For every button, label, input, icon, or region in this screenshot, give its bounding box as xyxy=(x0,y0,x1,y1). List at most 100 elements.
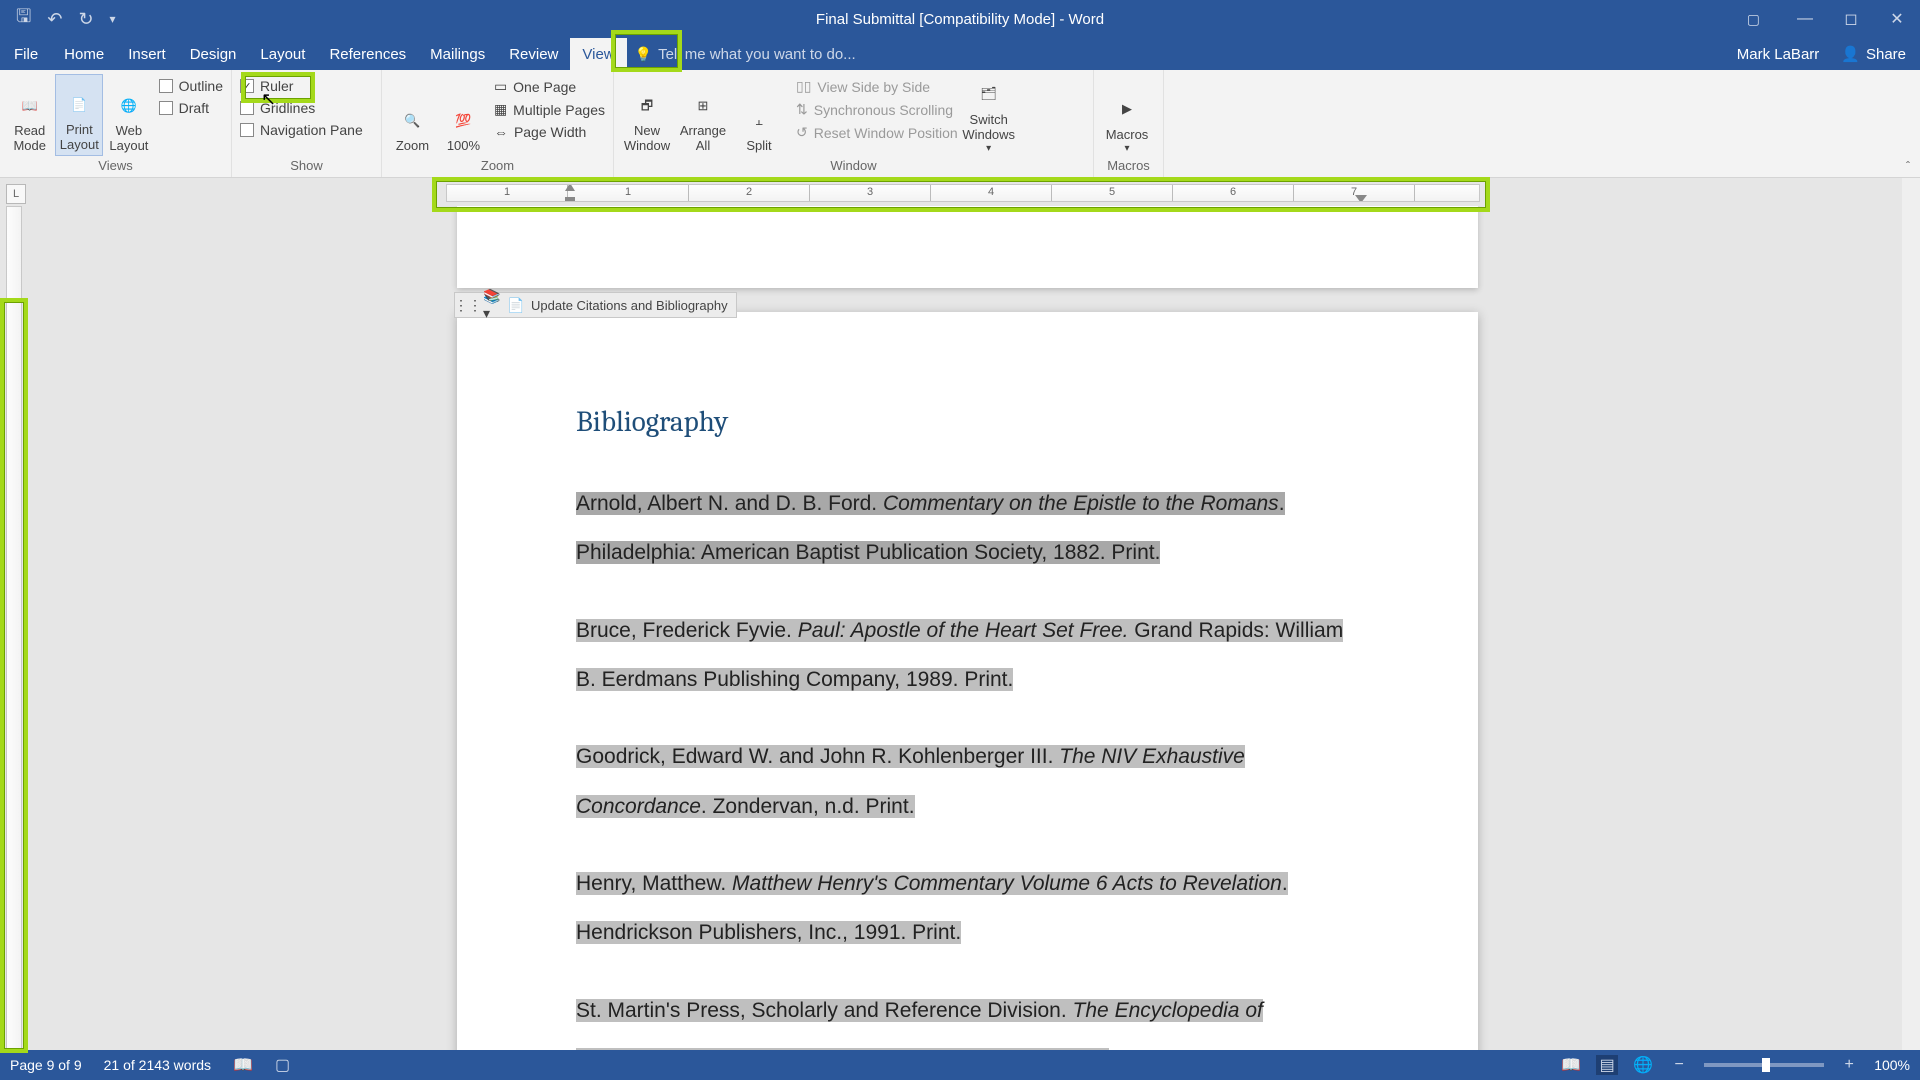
share-button[interactable]: 👤 Share xyxy=(1841,45,1906,63)
undo-icon[interactable]: ↶ xyxy=(47,9,62,30)
vertical-ruler[interactable] xyxy=(6,206,22,1050)
page-width-button[interactable]: ⇔Page Width xyxy=(494,124,605,140)
macros-button[interactable]: ▶ Macros ▾ xyxy=(1100,74,1154,156)
tab-file[interactable]: File xyxy=(0,38,52,70)
title-bar: 🖫 ↶ ↻ ▾ Final Submittal [Compatibility M… xyxy=(0,0,1920,38)
bibliography-field-control[interactable]: ⋮⋮ 📚▾ 📄 Update Citations and Bibliograph… xyxy=(454,292,737,318)
zoom-out-button[interactable]: − xyxy=(1668,1055,1690,1075)
update-citations-label[interactable]: Update Citations and Bibliography xyxy=(531,298,728,313)
arrange-all-icon: ⊞ xyxy=(687,90,719,122)
side-by-side-icon: ▯▯ xyxy=(796,78,811,95)
views-group-label: Views xyxy=(6,158,225,175)
tab-design[interactable]: Design xyxy=(178,38,249,70)
maximize-icon[interactable]: ◻ xyxy=(1828,0,1874,38)
outline-view-button[interactable]: Outline xyxy=(159,78,223,94)
ribbon-display-options-icon[interactable]: ▢ xyxy=(1747,11,1760,28)
field-handle-icon[interactable]: ⋮⋮ xyxy=(459,296,477,314)
hanging-indent-marker[interactable] xyxy=(565,197,575,202)
zoom-100-button[interactable]: 💯 100% xyxy=(439,74,488,156)
zoom-in-button[interactable]: + xyxy=(1838,1055,1860,1075)
macro-recording-icon[interactable]: ▢ xyxy=(275,1055,290,1075)
menu-bar: File Home Insert Design Layout Reference… xyxy=(0,38,1920,70)
document-page[interactable]: ⋮⋮ 📚▾ 📄 Update Citations and Bibliograph… xyxy=(457,312,1478,1050)
draft-view-button[interactable]: Draft xyxy=(159,100,223,116)
read-mode-button[interactable]: 📖 Read Mode xyxy=(6,74,53,156)
redo-icon[interactable]: ↻ xyxy=(78,9,93,30)
save-icon[interactable]: 🖫 xyxy=(16,4,31,34)
tab-layout[interactable]: Layout xyxy=(248,38,317,70)
switch-windows-button[interactable]: 🗂 Switch Windows ▾ xyxy=(962,74,1016,156)
right-indent-marker[interactable] xyxy=(1355,195,1367,202)
tab-references[interactable]: References xyxy=(317,38,418,70)
spelling-status-icon[interactable]: 📖 xyxy=(233,1055,253,1075)
web-layout-button[interactable]: 🌐 Web Layout xyxy=(105,74,152,156)
draft-icon xyxy=(159,101,173,115)
tab-selector[interactable]: L xyxy=(6,184,26,204)
reset-window-position-button: ↺Reset Window Position xyxy=(796,124,958,141)
switch-windows-icon: 🗂 xyxy=(973,79,1005,111)
bibliography-entry: Goodrick, Edward W. and John R. Kohlenbe… xyxy=(576,732,1360,831)
ruler-row: L 1 1 2 3 4 5 6 7 xyxy=(0,178,1920,206)
one-page-icon: ▭ xyxy=(494,78,507,95)
vertical-scrollbar[interactable] xyxy=(1902,178,1920,1050)
navpane-check-icon xyxy=(240,123,254,137)
user-name[interactable]: Mark LaBarr xyxy=(1737,46,1820,63)
collapse-ribbon-icon[interactable]: ˆ xyxy=(1906,159,1910,173)
outline-icon xyxy=(159,79,173,93)
status-bar: Page 9 of 9 21 of 2143 words 📖 ▢ 📖 ▤ 🌐 −… xyxy=(0,1050,1920,1080)
web-layout-icon: 🌐 xyxy=(113,90,145,122)
zoom-button[interactable]: 🔍 Zoom xyxy=(388,74,437,156)
bibliography-dropdown-icon[interactable]: 📚▾ xyxy=(483,296,501,314)
window-title: Final Submittal [Compatibility Mode] - W… xyxy=(816,11,1104,28)
minimize-icon[interactable]: — xyxy=(1782,0,1828,38)
split-icon: ⫠ xyxy=(743,105,775,137)
tab-insert[interactable]: Insert xyxy=(116,38,178,70)
share-label: Share xyxy=(1866,46,1906,63)
print-layout-button[interactable]: 📄 Print Layout xyxy=(55,74,103,156)
close-icon[interactable]: ✕ xyxy=(1874,0,1920,38)
zoom-slider-thumb[interactable] xyxy=(1762,1058,1770,1072)
page-width-icon: ⇔ xyxy=(494,124,508,140)
window-controls: — ◻ ✕ xyxy=(1782,0,1920,38)
reset-pos-icon: ↺ xyxy=(796,124,808,141)
tab-view[interactable]: View xyxy=(570,38,626,70)
view-side-by-side-button: ▯▯View Side by Side xyxy=(796,78,958,95)
navigation-pane-checkbox[interactable]: Navigation Pane xyxy=(240,122,363,138)
multiple-pages-button[interactable]: ▦Multiple Pages xyxy=(494,101,605,118)
tab-review[interactable]: Review xyxy=(497,38,570,70)
arrange-all-button[interactable]: ⊞ Arrange All xyxy=(676,74,730,156)
synchronous-scrolling-button: ⇅Synchronous Scrolling xyxy=(796,101,958,118)
tab-home[interactable]: Home xyxy=(52,38,116,70)
tell-me-search[interactable]: 💡 Tell me what you want to do... xyxy=(627,46,856,63)
bibliography-entry: Henry, Matthew. Matthew Henry's Commenta… xyxy=(576,859,1360,958)
sync-scroll-icon: ⇅ xyxy=(796,101,808,118)
one-page-button[interactable]: ▭One Page xyxy=(494,78,605,95)
print-layout-view-icon[interactable]: ▤ xyxy=(1596,1055,1618,1075)
web-layout-view-icon[interactable]: 🌐 xyxy=(1632,1055,1654,1075)
read-mode-view-icon[interactable]: 📖 xyxy=(1560,1055,1582,1075)
first-line-indent-marker[interactable] xyxy=(565,184,575,191)
gridlines-checkbox[interactable]: Gridlines xyxy=(240,100,363,116)
previous-page-bottom xyxy=(457,206,1478,288)
horizontal-ruler[interactable]: 1 1 2 3 4 5 6 7 xyxy=(446,184,1480,202)
bibliography-title: Bibliography xyxy=(576,406,1360,439)
zoom-icon: 🔍 xyxy=(396,105,428,137)
document-area: ⋮⋮ 📚▾ 📄 Update Citations and Bibliograph… xyxy=(0,206,1902,1050)
macros-group-label: Macros xyxy=(1100,158,1157,175)
bibliography-field[interactable]: Bibliography Arnold, Albert N. and D. B.… xyxy=(575,406,1360,1050)
gridlines-check-icon xyxy=(240,101,254,115)
update-citations-icon[interactable]: 📄 xyxy=(507,296,525,314)
qat-customize-icon[interactable]: ▾ xyxy=(110,12,116,26)
zoom-level[interactable]: 100% xyxy=(1874,1057,1910,1073)
word-count[interactable]: 21 of 2143 words xyxy=(104,1057,211,1073)
multiple-pages-icon: ▦ xyxy=(494,101,507,118)
split-button[interactable]: ⫠ Split xyxy=(732,74,786,156)
print-layout-icon: 📄 xyxy=(63,89,95,121)
ruler-checkbox[interactable]: ✓Ruler xyxy=(240,78,363,94)
tab-mailings[interactable]: Mailings xyxy=(418,38,497,70)
page-indicator[interactable]: Page 9 of 9 xyxy=(10,1057,82,1073)
chevron-down-icon: ▾ xyxy=(1124,143,1129,155)
bibliography-entry: Bruce, Frederick Fyvie. Paul: Apostle of… xyxy=(576,606,1360,705)
new-window-button[interactable]: 🗗 New Window xyxy=(620,74,674,156)
zoom-slider[interactable] xyxy=(1704,1063,1824,1067)
